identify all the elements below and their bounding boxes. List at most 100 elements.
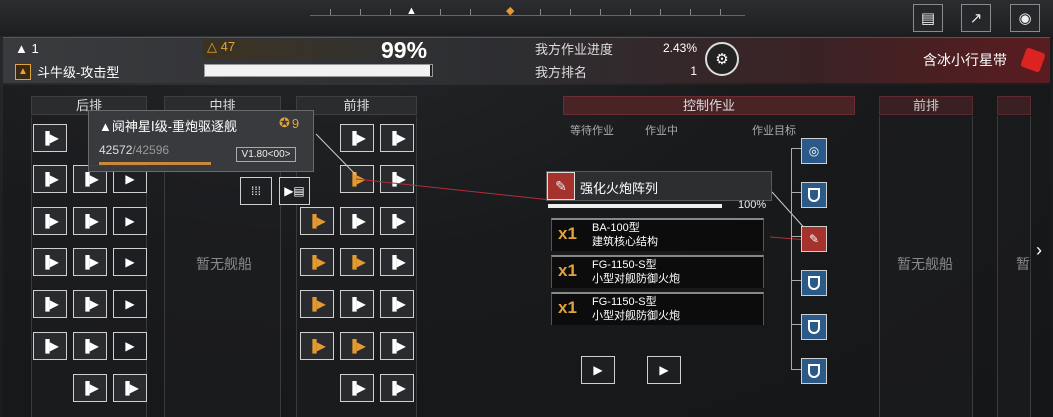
fleet-rank: ▲ 1 xyxy=(15,41,39,56)
ship-slot-selected[interactable]: ▐▶ xyxy=(340,165,374,193)
ship-hp-value: 42572 xyxy=(99,143,133,157)
ship-slot[interactable]: ▐▶ xyxy=(300,332,334,360)
ship-slot[interactable]: ▐▶ xyxy=(380,124,414,152)
ship-slot[interactable]: ▐▶ xyxy=(300,248,334,276)
ship-info-card: ▲阋神星Ⅰ级-重炮驱逐舰 ✪ 9 42572/42596 V1.80<00> xyxy=(88,110,314,172)
target-weapon-button[interactable]: ✎ xyxy=(801,226,827,252)
eye-icon: ◉ xyxy=(1018,10,1032,27)
operation-progress-bar xyxy=(548,204,722,208)
ship-slot[interactable]: ▐▶ xyxy=(73,332,107,360)
ship-slot[interactable]: ▐▶ xyxy=(300,207,334,235)
fleet-percent: 99% xyxy=(381,37,428,63)
ship-slot[interactable]: ▐▶ xyxy=(73,290,107,318)
item-name: FG-1150-S型 小型对舰防御火炮 xyxy=(592,258,680,286)
ship-slot[interactable]: ▐▶ xyxy=(33,165,67,193)
item-code: FG-1150-S型 xyxy=(592,296,657,308)
sublabel-waiting: 等待作业 xyxy=(570,125,614,137)
ship-slot[interactable]: ▐▶ xyxy=(340,248,374,276)
ship-detail-button[interactable]: ▶▤ xyxy=(279,177,310,205)
missile-icon: ✎ xyxy=(808,232,820,246)
rank-value: 1 xyxy=(690,64,697,78)
item-name: BA-100型 建筑核心结构 xyxy=(592,221,658,249)
ship-slot[interactable]: ▐▶ xyxy=(340,374,374,402)
empty-enemy-front: 暂无舰船 xyxy=(897,256,953,272)
ship-slot[interactable]: ▐▶ xyxy=(380,332,414,360)
external-link-button[interactable]: ↗ xyxy=(961,4,991,32)
ship-level-value: 9 xyxy=(291,115,300,131)
column-header-enemy-front: 前排 xyxy=(879,96,973,115)
timeline-bar: ▲ ◆ xyxy=(310,5,745,17)
target-shield-button[interactable] xyxy=(801,358,827,384)
rank-label: 我方排名 xyxy=(535,65,588,80)
ship-slot[interactable]: ▐▶ xyxy=(33,332,67,360)
operation-title: 强化火炮阵列 xyxy=(580,181,659,196)
ship-slot[interactable]: ▐▶ xyxy=(340,332,374,360)
target-shield-button[interactable] xyxy=(801,270,827,296)
ship-slot[interactable]: ▐▶ xyxy=(33,290,67,318)
item-label: 小型对舰防御火炮 xyxy=(592,310,680,322)
ship-slot[interactable]: ▐▶ xyxy=(380,374,414,402)
class-badge-icon: ▲ xyxy=(15,63,31,80)
screen-share-button[interactable]: ▤ xyxy=(913,4,943,32)
ship-version: V1.80<00> xyxy=(236,147,296,162)
ship-slot[interactable]: ▶ xyxy=(113,207,147,235)
target-shield-button[interactable] xyxy=(801,314,827,340)
player-marker-icon: ▲ xyxy=(406,5,417,17)
ship-slot[interactable]: ▐▶ xyxy=(33,124,67,152)
ship-slot[interactable]: ▐▶ xyxy=(380,165,414,193)
chevron-right-icon[interactable]: › xyxy=(1036,240,1042,261)
ship-slot[interactable]: ▶ xyxy=(113,332,147,360)
rank-medal-icon: ✪ xyxy=(279,115,290,130)
sublabel-working: 作业中 xyxy=(645,125,678,137)
ship-name: ▲阋神星Ⅰ级-重炮驱逐舰 xyxy=(99,119,238,134)
operation-item[interactable]: x1 FG-1150-S型 小型对舰防御火炮 xyxy=(551,292,764,325)
ship-slot[interactable]: ▐▶ xyxy=(380,248,414,276)
ship-class: ▲ 斗牛级-攻击型 xyxy=(15,62,119,81)
column-header-front: 前排 xyxy=(296,96,417,115)
empty-middle: 暂无舰船 xyxy=(196,256,252,272)
working-slot[interactable]: ▶ xyxy=(647,356,681,384)
operation-item[interactable]: x1 FG-1150-S型 小型对舰防御火炮 xyxy=(551,255,764,288)
ship-slot[interactable]: ▐▶ xyxy=(340,124,374,152)
item-code: FG-1150-S型 xyxy=(592,259,657,271)
ship-slot[interactable]: ▐▶ xyxy=(33,207,67,235)
item-label: 建筑核心结构 xyxy=(592,236,658,248)
settings-gear-button[interactable]: ⚙ xyxy=(705,42,739,76)
ship-slot[interactable]: ▐▶ xyxy=(113,374,147,402)
shield-icon xyxy=(808,188,820,202)
ship-slot[interactable]: ▐▶ xyxy=(73,374,107,402)
view-toggle-button[interactable]: ◉ xyxy=(1010,4,1040,32)
ship-slot[interactable]: ▶ xyxy=(113,290,147,318)
sublabel-target: 作业目标 xyxy=(752,125,796,137)
fleet-progress-bar xyxy=(204,64,433,77)
item-qty: x1 xyxy=(558,261,577,280)
sensor-icon: ◎ xyxy=(808,144,820,158)
ship-slot[interactable]: ▐▶ xyxy=(340,290,374,318)
ship-slot[interactable]: ▐▶ xyxy=(380,290,414,318)
ship-slot[interactable]: ▐▶ xyxy=(33,248,67,276)
operation-item[interactable]: x1 BA-100型 建筑核心结构 xyxy=(551,218,764,251)
operation-percent: 100% xyxy=(738,199,767,211)
target-bracket xyxy=(791,148,802,370)
column-header-control-op: 控制作业 xyxy=(563,96,855,115)
ship-slot[interactable]: ▐▶ xyxy=(73,207,107,235)
ship-hp-max: /42596 xyxy=(132,143,170,157)
target-sensor-button[interactable]: ◎ xyxy=(801,138,827,164)
gear-icon: ⚙ xyxy=(715,51,729,68)
screen-share-icon: ▤ xyxy=(920,10,936,27)
item-qty: x1 xyxy=(558,298,577,317)
top-strip: ▲ ◆ ▤ ↗ ◉ xyxy=(0,0,1053,36)
waiting-slot[interactable]: ▶ xyxy=(581,356,615,384)
game-screen: ▲ ◆ ▤ ↗ ◉ ▲ 1 ▲ 斗牛级-攻击型 △ 47 99% 我方作业进度 … xyxy=(0,0,1053,417)
empty-enemy-extra: 暂 xyxy=(1016,256,1030,272)
ship-slot[interactable]: ▐▶ xyxy=(380,207,414,235)
target-shield-button[interactable] xyxy=(801,182,827,208)
ship-slot[interactable]: ▶ xyxy=(113,248,147,276)
ship-hp: 42572/42596 xyxy=(99,143,169,157)
ship-slot[interactable]: ▐▶ xyxy=(300,290,334,318)
operation-header[interactable]: ✎ 强化火炮阵列 xyxy=(546,171,772,201)
ammo-button[interactable]: ⁞⁞⁞ xyxy=(240,177,272,205)
ship-slot[interactable]: ▐▶ xyxy=(340,207,374,235)
item-label: 小型对舰防御火炮 xyxy=(592,273,680,285)
ship-slot[interactable]: ▐▶ xyxy=(73,248,107,276)
